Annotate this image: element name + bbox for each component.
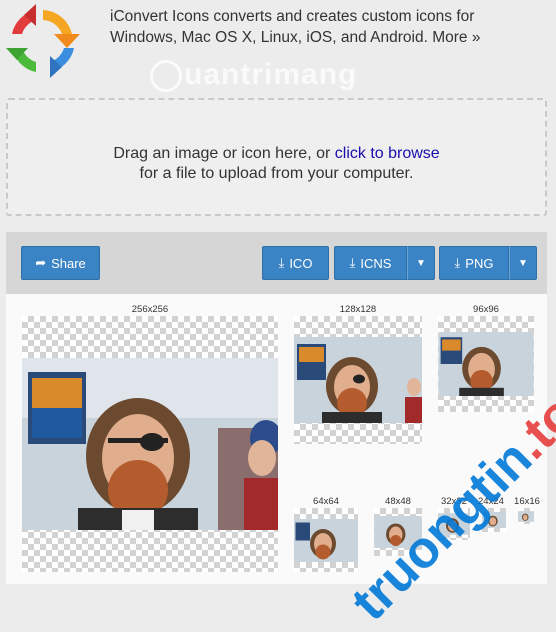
icon-preview-256[interactable] [22, 316, 278, 572]
download-icon: ⤓ [454, 255, 461, 270]
icns-label: ICNS [360, 255, 392, 271]
tagline: iConvert Icons converts and creates cust… [110, 6, 550, 48]
png-dropdown-toggle[interactable]: ▼ [509, 246, 537, 280]
preview-photo-16 [518, 511, 534, 522]
size-label-128: 128x128 [339, 304, 377, 315]
tagline-line2: Windows, Mac OS X, Linux, iOS, and Andro… [110, 29, 428, 46]
png-label: PNG [465, 255, 494, 271]
download-icns-button[interactable]: ⤓ ICNS [334, 246, 407, 280]
ico-label: ICO [289, 255, 313, 271]
size-label-96: 96x96 [473, 304, 499, 315]
share-arrow-icon: ➦ [35, 255, 47, 270]
dropzone-text-line2: for a file to upload from your computer. [139, 165, 414, 182]
dropzone-text-before: Drag an image or icon here, or [113, 145, 331, 162]
export-toolbar: ➦ Share ⤓ ICO ⤓ ICNS ▼ ⤓ PNG ▼ [6, 232, 547, 294]
preview-photo-64 [294, 519, 358, 562]
icns-dropdown-toggle[interactable]: ▼ [407, 246, 435, 280]
icon-preview-128[interactable] [294, 316, 422, 444]
size-label-64: 64x64 [313, 496, 339, 507]
icon-preview-96[interactable] [438, 316, 534, 412]
chevron-down-icon: ▼ [416, 257, 426, 269]
download-png-button[interactable]: ⤓ PNG [439, 246, 509, 280]
more-link[interactable]: More » [432, 29, 480, 46]
preview-photo-96 [438, 332, 534, 396]
download-ico-button[interactable]: ⤓ ICO [262, 246, 329, 280]
dropzone-text: Drag an image or icon here, or click to … [8, 144, 545, 184]
share-button[interactable]: ➦ Share [21, 246, 100, 280]
icon-preview-64[interactable] [294, 508, 358, 572]
preview-photo-128 [294, 337, 422, 423]
header: iConvert Icons converts and creates cust… [0, 0, 556, 93]
download-icon: ⤓ [349, 255, 356, 270]
size-label-48: 48x48 [385, 496, 411, 507]
share-label: Share [51, 255, 86, 271]
upload-dropzone[interactable]: Drag an image or icon here, or click to … [6, 98, 547, 216]
iconvert-logo-icon[interactable] [6, 4, 80, 78]
chevron-down-icon: ▼ [518, 257, 528, 269]
watermark-text: uantrimang [184, 58, 358, 91]
watermark-logo-text: uantrimang [150, 58, 358, 93]
icon-preview-16[interactable] [518, 508, 534, 524]
size-label-256: 256x256 [131, 304, 169, 315]
click-to-browse-link[interactable]: click to browse [335, 145, 440, 162]
download-icon: ⤓ [278, 255, 285, 270]
tagline-line1: iConvert Icons converts and creates cust… [110, 8, 475, 25]
preview-photo-256 [22, 358, 278, 530]
